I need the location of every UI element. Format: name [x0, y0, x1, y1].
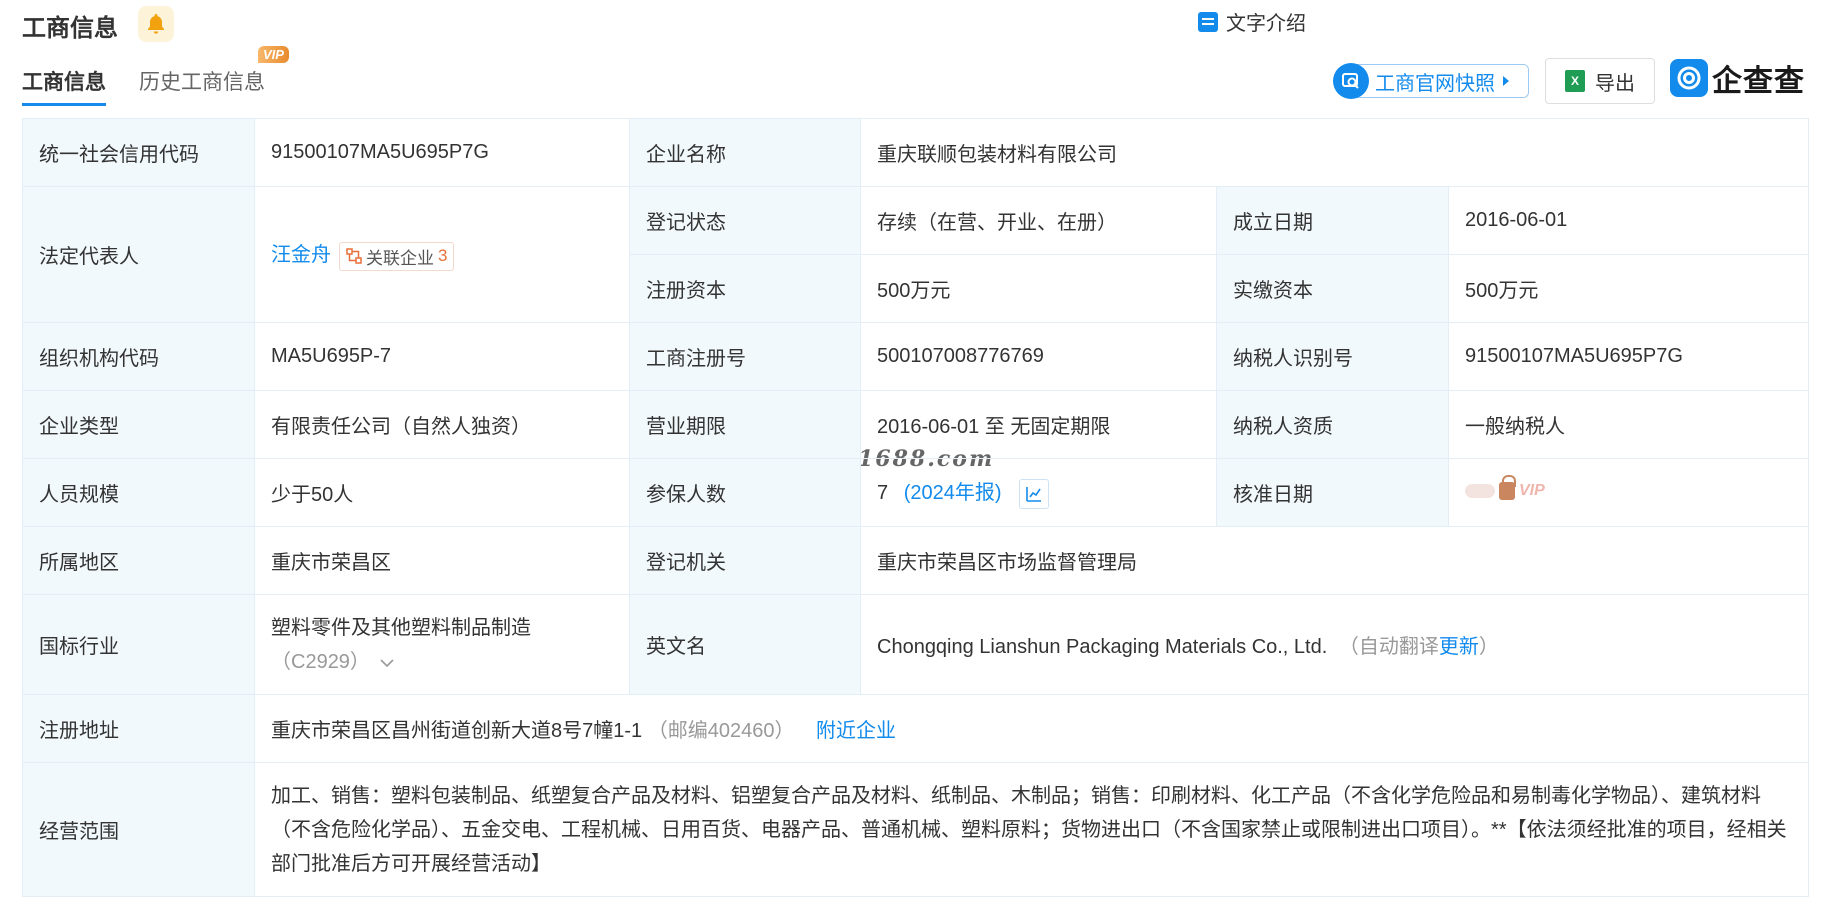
- blurred-value: [1465, 484, 1495, 498]
- nearby-companies-link[interactable]: 附近企业: [816, 720, 896, 742]
- qcc-logo-icon: [1670, 59, 1708, 97]
- label-english-name: 英文名: [629, 594, 861, 695]
- label-staff-size: 人员规模: [22, 458, 255, 527]
- value-reg-capital: 500万元: [860, 254, 1217, 323]
- network-icon: [346, 248, 362, 264]
- insured-count: 7: [877, 482, 889, 505]
- brand-name: 企查查: [1712, 65, 1805, 98]
- value-biz-term: 2016-06-01 至 无固定期限: [860, 390, 1217, 459]
- tab-business-info[interactable]: 工商信息: [22, 66, 106, 106]
- lock-icon: [1499, 475, 1516, 500]
- industry-name: 塑料零件及其他塑料制品制造: [271, 616, 531, 639]
- value-insured-cell: 7 (2024年报): [860, 458, 1217, 527]
- value-credit-code: 91500107MA5U695P7G: [254, 118, 630, 187]
- vip-locked-value[interactable]: VIP: [1465, 475, 1545, 500]
- value-taxpayer-qual: 一般纳税人: [1448, 390, 1809, 459]
- value-paid-capital: 500万元: [1448, 254, 1809, 323]
- value-region: 重庆市荣昌区: [254, 526, 630, 595]
- label-reg-authority: 登记机关: [629, 526, 861, 595]
- industry-code: （C2929）: [271, 650, 370, 673]
- text-intro-button[interactable]: 文字介绍: [1198, 7, 1306, 36]
- label-legal-rep: 法定代表人: [22, 186, 255, 323]
- label-biz-term: 营业期限: [629, 390, 861, 459]
- table-row: 经营范围 加工、销售：塑料包装制品、纸塑复合产品及材料、铝塑复合产品及材料、纸制…: [22, 762, 1809, 897]
- related-companies-tag[interactable]: 关联企业 3: [339, 241, 455, 271]
- value-taxpayer-id: 91500107MA5U695P7G: [1448, 322, 1809, 391]
- label-reg-status: 登记状态: [629, 186, 861, 255]
- value-reg-status: 存续（在营、开业、在册）: [860, 186, 1217, 255]
- table-row: 法定代表人 汪金舟 关联企业 3 登记状态 存续（在营、开业、在册） 成立日期 …: [22, 186, 1809, 323]
- label-taxpayer-id: 纳税人识别号: [1216, 322, 1449, 391]
- table-row: 注册地址 重庆市荣昌区昌州街道创新大道8号7幢1-1 （邮编402460） 附近…: [22, 694, 1809, 763]
- label-org-code: 组织机构代码: [22, 322, 255, 391]
- auto-translate-prefix: （自动翻译: [1338, 636, 1439, 658]
- label-company-name: 企业名称: [629, 118, 861, 187]
- export-button[interactable]: X 导出: [1545, 58, 1655, 104]
- value-company-type: 有限责任公司（自然人独资）: [254, 390, 630, 459]
- table-row: 组织机构代码 MA5U695P-7 工商注册号 500107008776769 …: [22, 322, 1809, 391]
- value-found-date: 2016-06-01: [1448, 186, 1809, 255]
- document-icon: [1198, 11, 1218, 32]
- snapshot-search-icon: [1333, 63, 1369, 99]
- label-reg-address: 注册地址: [22, 694, 255, 763]
- caret-right-icon: [1503, 76, 1509, 86]
- label-taxpayer-qual: 纳税人资质: [1216, 390, 1449, 459]
- value-industry-cell: 塑料零件及其他塑料制品制造 （C2929）: [254, 594, 630, 695]
- label-paid-capital: 实缴资本: [1216, 254, 1449, 323]
- industry-code-toggle[interactable]: （C2929）: [271, 645, 613, 679]
- label-reg-no: 工商注册号: [629, 322, 861, 391]
- chevron-down-icon: [379, 658, 394, 667]
- tab-history-business-info[interactable]: 历史工商信息: [139, 66, 265, 96]
- excel-icon: X: [1565, 70, 1585, 92]
- value-org-code: MA5U695P-7: [254, 322, 630, 391]
- table-row: 所属地区 重庆市荣昌区 登记机关 重庆市荣昌区市场监督管理局: [22, 526, 1809, 595]
- label-biz-scope: 经营范围: [22, 762, 255, 897]
- value-legal-rep-cell: 汪金舟 关联企业 3: [254, 186, 630, 323]
- legal-rep-link[interactable]: 汪金舟: [271, 244, 331, 266]
- label-found-date: 成立日期: [1216, 186, 1449, 255]
- bell-icon[interactable]: [138, 6, 174, 42]
- label-credit-code: 统一社会信用代码: [22, 118, 255, 187]
- value-reg-address-cell: 重庆市荣昌区昌州街道创新大道8号7幢1-1 （邮编402460） 附近企业: [254, 694, 1809, 763]
- related-count: 3: [438, 246, 448, 266]
- annual-report-link[interactable]: (2024年报): [904, 482, 1002, 504]
- table-row: 人员规模 少于50人 参保人数 7 (2024年报) 核准日期 VIP: [22, 458, 1809, 527]
- reg-address: 重庆市荣昌区昌州街道创新大道8号7幢1-1: [271, 720, 643, 742]
- value-staff-size: 少于50人: [254, 458, 630, 527]
- label-company-type: 企业类型: [22, 390, 255, 459]
- value-reg-authority: 重庆市荣昌区市场监督管理局: [860, 526, 1809, 595]
- vip-badge: VIP: [258, 46, 289, 63]
- text-intro-label: 文字介绍: [1226, 13, 1306, 35]
- label-insured: 参保人数: [629, 458, 861, 527]
- label-reg-capital: 注册资本: [629, 254, 861, 323]
- label-approval-date: 核准日期: [1216, 458, 1449, 527]
- vip-lock-label: VIP: [1519, 482, 1545, 499]
- section-title: 工商信息: [22, 15, 118, 42]
- value-company-name: 重庆联顺包装材料有限公司: [860, 118, 1809, 187]
- auto-translate-suffix: ）: [1478, 636, 1499, 658]
- export-label: 导出: [1595, 72, 1635, 95]
- table-row: 统一社会信用代码 91500107MA5U695P7G 企业名称 重庆联顺包装材…: [22, 118, 1809, 187]
- update-translation-link[interactable]: 更新: [1439, 636, 1479, 658]
- related-label: 关联企业: [366, 248, 434, 268]
- label-region: 所属地区: [22, 526, 255, 595]
- snapshot-label: 工商官网快照: [1375, 72, 1495, 95]
- value-approval-date-cell: VIP: [1448, 458, 1809, 527]
- trend-chart-icon[interactable]: [1019, 478, 1050, 509]
- value-biz-scope: 加工、销售：塑料包装制品、纸塑复合产品及材料、铝塑复合产品及材料、纸制品、木制品…: [254, 762, 1809, 897]
- english-name: Chongqing Lianshun Packaging Materials C…: [877, 636, 1328, 658]
- official-snapshot-button[interactable]: 工商官网快照: [1333, 63, 1529, 99]
- value-reg-no: 500107008776769: [860, 322, 1217, 391]
- label-industry: 国标行业: [22, 594, 255, 695]
- brand-logo: 企查查: [1670, 58, 1805, 98]
- table-row: 国标行业 塑料零件及其他塑料制品制造 （C2929） 英文名 Chongqing…: [22, 594, 1809, 695]
- postcode: （邮编402460）: [647, 720, 795, 742]
- value-english-name-cell: Chongqing Lianshun Packaging Materials C…: [860, 594, 1809, 695]
- business-info-table: 统一社会信用代码 91500107MA5U695P7G 企业名称 重庆联顺包装材…: [22, 118, 1809, 897]
- table-row: 企业类型 有限责任公司（自然人独资） 营业期限 2016-06-01 至 无固定…: [22, 390, 1809, 459]
